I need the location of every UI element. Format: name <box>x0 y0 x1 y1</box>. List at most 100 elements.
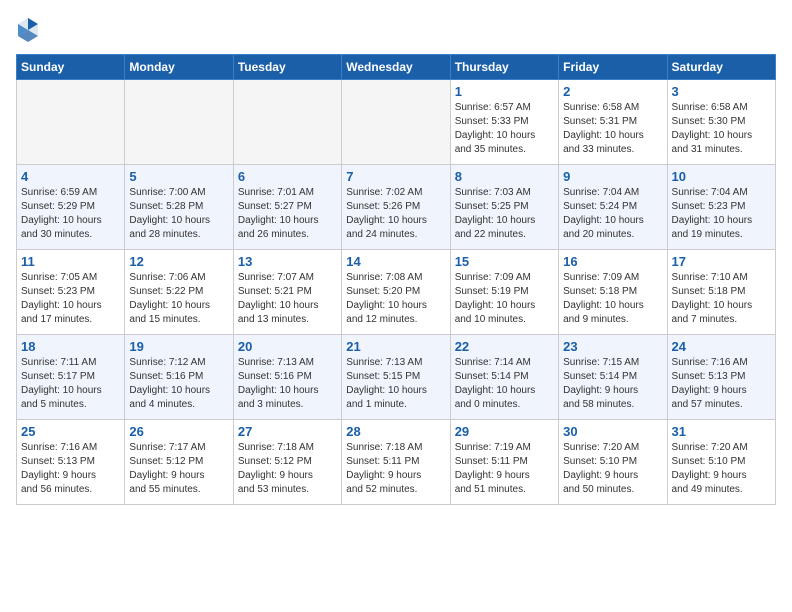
day-number: 18 <box>21 339 120 354</box>
day-info: Sunrise: 7:19 AM Sunset: 5:11 PM Dayligh… <box>455 441 554 497</box>
day-number: 17 <box>672 254 771 269</box>
day-info: Sunrise: 7:00 AM Sunset: 5:28 PM Dayligh… <box>129 186 228 242</box>
calendar-cell: 1 Sunrise: 6:57 AM Sunset: 5:33 PM Daylig… <box>450 80 558 165</box>
day-info: Sunrise: 7:16 AM Sunset: 5:13 PM Dayligh… <box>672 356 771 412</box>
calendar-cell: 14 Sunrise: 7:08 AM Sunset: 5:20 PM Dayli… <box>342 250 450 335</box>
day-number: 24 <box>672 339 771 354</box>
calendar-cell: 9 Sunrise: 7:04 AM Sunset: 5:24 PM Daylig… <box>559 165 667 250</box>
day-number: 4 <box>21 169 120 184</box>
day-info: Sunrise: 6:58 AM Sunset: 5:30 PM Dayligh… <box>672 101 771 157</box>
day-number: 2 <box>563 84 662 99</box>
day-info: Sunrise: 7:03 AM Sunset: 5:25 PM Dayligh… <box>455 186 554 242</box>
header-day-friday: Friday <box>559 55 667 80</box>
day-info: Sunrise: 7:01 AM Sunset: 5:27 PM Dayligh… <box>238 186 337 242</box>
day-info: Sunrise: 7:04 AM Sunset: 5:23 PM Dayligh… <box>672 186 771 242</box>
header-day-sunday: Sunday <box>17 55 125 80</box>
day-number: 11 <box>21 254 120 269</box>
day-number: 3 <box>672 84 771 99</box>
day-info: Sunrise: 7:05 AM Sunset: 5:23 PM Dayligh… <box>21 271 120 327</box>
calendar-cell: 24 Sunrise: 7:16 AM Sunset: 5:13 PM Dayli… <box>667 335 775 420</box>
calendar-cell: 17 Sunrise: 7:10 AM Sunset: 5:18 PM Dayli… <box>667 250 775 335</box>
day-info: Sunrise: 6:59 AM Sunset: 5:29 PM Dayligh… <box>21 186 120 242</box>
day-number: 29 <box>455 424 554 439</box>
day-number: 16 <box>563 254 662 269</box>
calendar-cell: 20Sunrise: 7:13 AM Sunset: 5:16 PM Dayli… <box>233 335 341 420</box>
day-number: 1 <box>455 84 554 99</box>
calendar-cell: 30Sunrise: 7:20 AM Sunset: 5:10 PM Dayli… <box>559 420 667 505</box>
calendar-cell <box>233 80 341 165</box>
day-info: Sunrise: 6:57 AM Sunset: 5:33 PM Dayligh… <box>455 101 554 157</box>
day-info: Sunrise: 7:09 AM Sunset: 5:18 PM Dayligh… <box>563 271 662 327</box>
day-info: Sunrise: 7:20 AM Sunset: 5:10 PM Dayligh… <box>563 441 662 497</box>
day-number: 31 <box>672 424 771 439</box>
day-number: 15 <box>455 254 554 269</box>
header-day-tuesday: Tuesday <box>233 55 341 80</box>
calendar-cell: 22 Sunrise: 7:14 AM Sunset: 5:14 PM Dayli… <box>450 335 558 420</box>
day-info: Sunrise: 7:06 AM Sunset: 5:22 PM Dayligh… <box>129 271 228 327</box>
day-info: Sunrise: 7:02 AM Sunset: 5:26 PM Dayligh… <box>346 186 445 242</box>
day-info: Sunrise: 7:16 AM Sunset: 5:13 PM Dayligh… <box>21 441 120 497</box>
day-number: 22 <box>455 339 554 354</box>
day-info: Sunrise: 7:15 AM Sunset: 5:14 PM Dayligh… <box>563 356 662 412</box>
day-number: 20 <box>238 339 337 354</box>
day-number: 19 <box>129 339 228 354</box>
calendar-cell: 31Sunrise: 7:20 AM Sunset: 5:10 PM Dayli… <box>667 420 775 505</box>
day-info: Sunrise: 7:12 AM Sunset: 5:16 PM Dayligh… <box>129 356 228 412</box>
calendar-body: 1 Sunrise: 6:57 AM Sunset: 5:33 PM Daylig… <box>17 80 776 505</box>
day-number: 8 <box>455 169 554 184</box>
calendar-week-4: 18 Sunrise: 7:11 AM Sunset: 5:17 PM Dayli… <box>17 335 776 420</box>
day-info: Sunrise: 7:18 AM Sunset: 5:11 PM Dayligh… <box>346 441 445 497</box>
day-number: 6 <box>238 169 337 184</box>
day-info: Sunrise: 7:14 AM Sunset: 5:14 PM Dayligh… <box>455 356 554 412</box>
calendar-cell: 11 Sunrise: 7:05 AM Sunset: 5:23 PM Dayli… <box>17 250 125 335</box>
calendar-cell: 13 Sunrise: 7:07 AM Sunset: 5:21 PM Dayli… <box>233 250 341 335</box>
calendar-week-2: 4 Sunrise: 6:59 AM Sunset: 5:29 PM Daylig… <box>17 165 776 250</box>
calendar-cell: 5Sunrise: 7:00 AM Sunset: 5:28 PM Daylig… <box>125 165 233 250</box>
header-day-monday: Monday <box>125 55 233 80</box>
calendar-cell: 10 Sunrise: 7:04 AM Sunset: 5:23 PM Dayli… <box>667 165 775 250</box>
calendar-week-5: 25 Sunrise: 7:16 AM Sunset: 5:13 PM Dayli… <box>17 420 776 505</box>
calendar-cell: 4 Sunrise: 6:59 AM Sunset: 5:29 PM Daylig… <box>17 165 125 250</box>
calendar-cell: 25 Sunrise: 7:16 AM Sunset: 5:13 PM Dayli… <box>17 420 125 505</box>
day-number: 21 <box>346 339 445 354</box>
calendar-header: SundayMondayTuesdayWednesdayThursdayFrid… <box>17 55 776 80</box>
calendar-week-3: 11 Sunrise: 7:05 AM Sunset: 5:23 PM Dayli… <box>17 250 776 335</box>
day-number: 13 <box>238 254 337 269</box>
calendar-cell <box>125 80 233 165</box>
day-info: Sunrise: 6:58 AM Sunset: 5:31 PM Dayligh… <box>563 101 662 157</box>
calendar-cell: 18 Sunrise: 7:11 AM Sunset: 5:17 PM Dayli… <box>17 335 125 420</box>
day-info: Sunrise: 7:13 AM Sunset: 5:15 PM Dayligh… <box>346 356 445 412</box>
day-number: 27 <box>238 424 337 439</box>
calendar-cell: 28 Sunrise: 7:18 AM Sunset: 5:11 PM Dayli… <box>342 420 450 505</box>
day-info: Sunrise: 7:11 AM Sunset: 5:17 PM Dayligh… <box>21 356 120 412</box>
calendar-cell <box>17 80 125 165</box>
calendar-cell: 8 Sunrise: 7:03 AM Sunset: 5:25 PM Daylig… <box>450 165 558 250</box>
day-number: 26 <box>129 424 228 439</box>
day-info: Sunrise: 7:07 AM Sunset: 5:21 PM Dayligh… <box>238 271 337 327</box>
day-number: 28 <box>346 424 445 439</box>
day-info: Sunrise: 7:18 AM Sunset: 5:12 PM Dayligh… <box>238 441 337 497</box>
calendar-cell: 27 Sunrise: 7:18 AM Sunset: 5:12 PM Dayli… <box>233 420 341 505</box>
calendar-cell: 23Sunrise: 7:15 AM Sunset: 5:14 PM Dayli… <box>559 335 667 420</box>
day-info: Sunrise: 7:08 AM Sunset: 5:20 PM Dayligh… <box>346 271 445 327</box>
calendar-cell: 15 Sunrise: 7:09 AM Sunset: 5:19 PM Dayli… <box>450 250 558 335</box>
calendar-cell: 12 Sunrise: 7:06 AM Sunset: 5:22 PM Dayli… <box>125 250 233 335</box>
calendar-week-1: 1 Sunrise: 6:57 AM Sunset: 5:33 PM Daylig… <box>17 80 776 165</box>
day-number: 14 <box>346 254 445 269</box>
calendar-table: SundayMondayTuesdayWednesdayThursdayFrid… <box>16 54 776 505</box>
day-info: Sunrise: 7:09 AM Sunset: 5:19 PM Dayligh… <box>455 271 554 327</box>
header-day-wednesday: Wednesday <box>342 55 450 80</box>
day-info: Sunrise: 7:04 AM Sunset: 5:24 PM Dayligh… <box>563 186 662 242</box>
calendar-cell: 2 Sunrise: 6:58 AM Sunset: 5:31 PM Daylig… <box>559 80 667 165</box>
calendar-cell: 3 Sunrise: 6:58 AM Sunset: 5:30 PM Daylig… <box>667 80 775 165</box>
header-row: SundayMondayTuesdayWednesdayThursdayFrid… <box>17 55 776 80</box>
day-number: 10 <box>672 169 771 184</box>
logo-icon <box>16 16 40 44</box>
day-info: Sunrise: 7:10 AM Sunset: 5:18 PM Dayligh… <box>672 271 771 327</box>
day-number: 7 <box>346 169 445 184</box>
day-number: 25 <box>21 424 120 439</box>
day-number: 9 <box>563 169 662 184</box>
day-number: 12 <box>129 254 228 269</box>
calendar-cell: 19 Sunrise: 7:12 AM Sunset: 5:16 PM Dayli… <box>125 335 233 420</box>
calendar-cell: 6 Sunrise: 7:01 AM Sunset: 5:27 PM Daylig… <box>233 165 341 250</box>
